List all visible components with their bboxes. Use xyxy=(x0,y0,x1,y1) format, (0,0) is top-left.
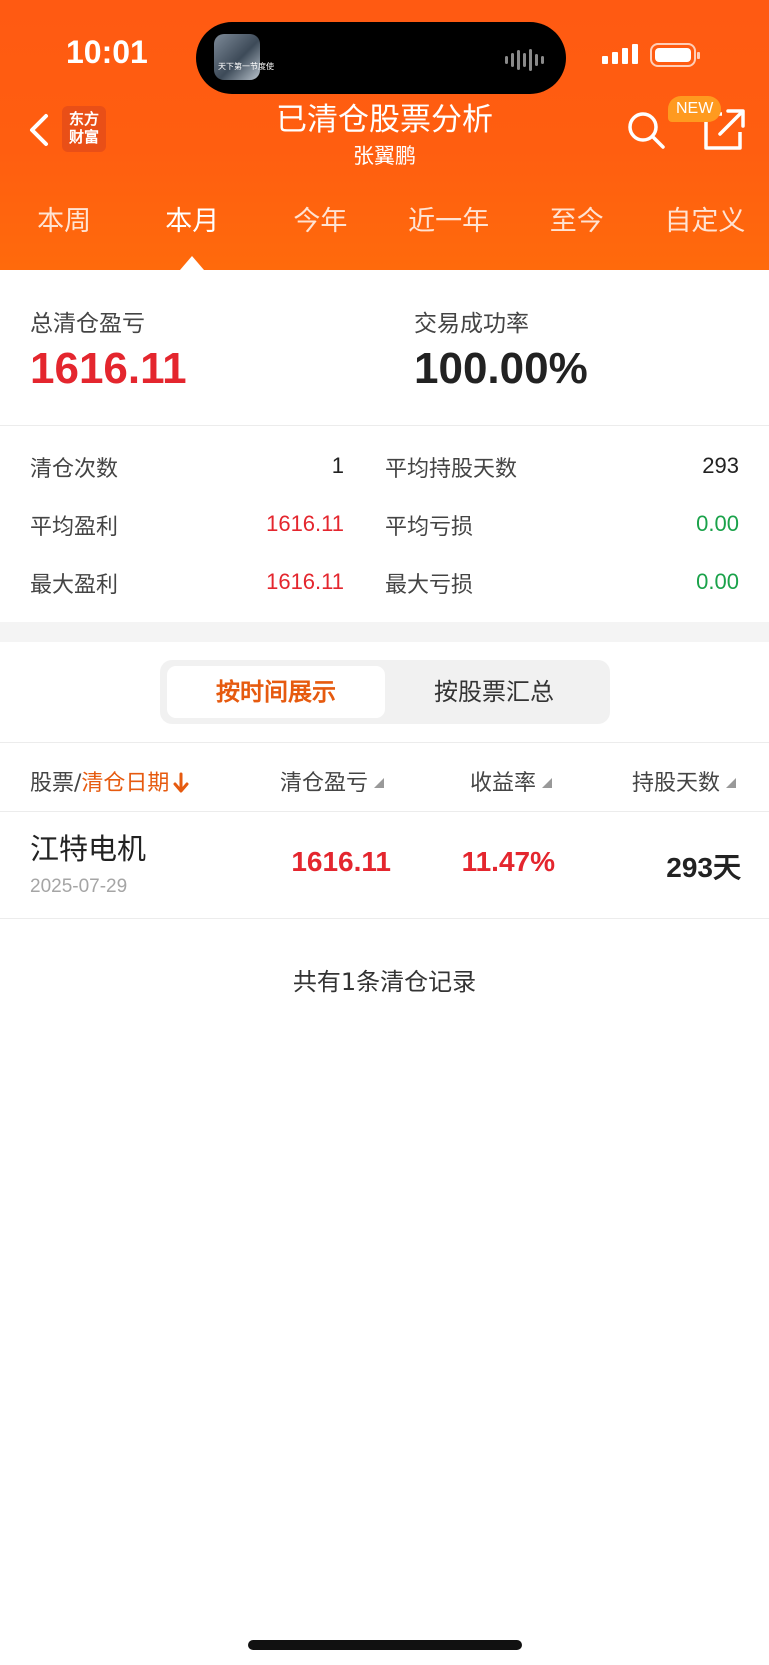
success-rate-value: 100.00% xyxy=(414,344,588,393)
segment-by-stock[interactable]: 按股票汇总 xyxy=(385,666,603,718)
column-hold-days-label: 持股天数 xyxy=(632,771,721,796)
row-pl-value: 1616.11 xyxy=(291,846,391,877)
status-time: 10:01 xyxy=(66,34,148,70)
column-pl[interactable]: 清仓盈亏 xyxy=(280,765,385,797)
new-badge: NEW xyxy=(668,96,722,122)
row-hold-days-value: 293天 xyxy=(666,852,741,883)
clear-count-label: 清仓次数 xyxy=(30,457,119,482)
stock-name: 江特电机 xyxy=(30,832,147,866)
dynamic-island: 天下第一节度使 xyxy=(196,22,566,94)
max-profit-label: 最大盈利 xyxy=(30,573,119,598)
column-hold-days[interactable]: 持股天数 xyxy=(632,765,737,797)
avg-profit-value: 1616.11 xyxy=(266,511,344,536)
section-divider xyxy=(0,622,769,642)
avg-loss-value: 0.00 xyxy=(696,511,739,536)
summary-panel: 总清仓盈亏 1616.11 交易成功率 100.00% xyxy=(0,270,769,426)
tab-last-year[interactable]: 近一年 xyxy=(385,196,513,248)
success-rate-label: 交易成功率 xyxy=(414,311,529,337)
avg-profit-label: 平均盈利 xyxy=(30,515,119,540)
stat-row: 平均盈利 1616.11 平均亏损 0.00 xyxy=(0,505,769,545)
search-icon[interactable] xyxy=(626,110,666,150)
sort-triangle-icon xyxy=(542,778,553,788)
clear-count-value: 1 xyxy=(331,453,344,478)
battery-icon xyxy=(650,43,700,67)
record-count-note: 共有1条清仓记录 xyxy=(292,968,477,996)
column-stock-label: 股票/ xyxy=(30,771,82,796)
tab-this-week[interactable]: 本周 xyxy=(0,196,128,248)
column-return-label: 收益率 xyxy=(470,771,537,796)
segment-by-time[interactable]: 按时间展示 xyxy=(167,666,385,718)
home-indicator[interactable] xyxy=(248,1640,522,1650)
sort-triangle-icon xyxy=(374,778,385,788)
column-date-label: 清仓日期 xyxy=(81,771,170,796)
stat-row: 清仓次数 1 平均持股天数 293 xyxy=(0,447,769,487)
stats-panel: 清仓次数 1 平均持股天数 293 平均盈利 1616.11 平均亏损 0.00… xyxy=(0,427,769,622)
sort-down-arrow-icon xyxy=(173,772,189,793)
tab-custom[interactable]: 自定义 xyxy=(641,196,769,248)
column-stock-date[interactable]: 股票/清仓日期 xyxy=(30,765,189,797)
active-tab-indicator xyxy=(180,256,204,270)
total-pl-value: 1616.11 xyxy=(30,344,187,393)
table-row[interactable]: 江特电机 2025-07-29 1616.11 11.47% 293天 xyxy=(0,812,769,919)
signal-icon xyxy=(602,44,638,64)
max-loss-label: 最大亏损 xyxy=(385,573,474,598)
table-header: 股票/清仓日期 清仓盈亏 收益率 持股天数 xyxy=(0,742,769,812)
column-return[interactable]: 收益率 xyxy=(470,765,553,797)
avg-loss-label: 平均亏损 xyxy=(385,515,474,540)
stat-row: 最大盈利 1616.11 最大亏损 0.00 xyxy=(0,563,769,603)
sort-triangle-icon xyxy=(726,778,737,788)
clear-date: 2025-07-29 xyxy=(30,876,128,897)
total-pl-label: 总清仓盈亏 xyxy=(30,311,145,337)
app-header: 10:01 天下第一节度使 东方财富 已清仓股票分析 张翼鹏 NEW 本周 本月… xyxy=(0,0,769,270)
row-return-value: 11.47% xyxy=(461,846,555,877)
now-playing-thumbnail[interactable]: 天下第一节度使 xyxy=(214,34,274,80)
avg-hold-days-label: 平均持股天数 xyxy=(385,457,518,482)
view-mode-segment: 按时间展示 按股票汇总 xyxy=(160,660,610,724)
tab-this-year[interactable]: 今年 xyxy=(256,196,384,248)
max-loss-value: 0.00 xyxy=(696,569,739,594)
audio-wave-icon xyxy=(505,49,544,71)
max-profit-value: 1616.11 xyxy=(266,569,344,594)
avg-hold-days-value: 293 xyxy=(702,453,739,478)
tab-this-month[interactable]: 本月 xyxy=(128,196,256,248)
thumbnail-caption: 天下第一节度使 xyxy=(218,62,274,71)
period-tabs: 本周 本月 今年 近一年 至今 自定义 xyxy=(0,196,769,248)
column-pl-label: 清仓盈亏 xyxy=(280,771,369,796)
tab-to-date[interactable]: 至今 xyxy=(513,196,641,248)
